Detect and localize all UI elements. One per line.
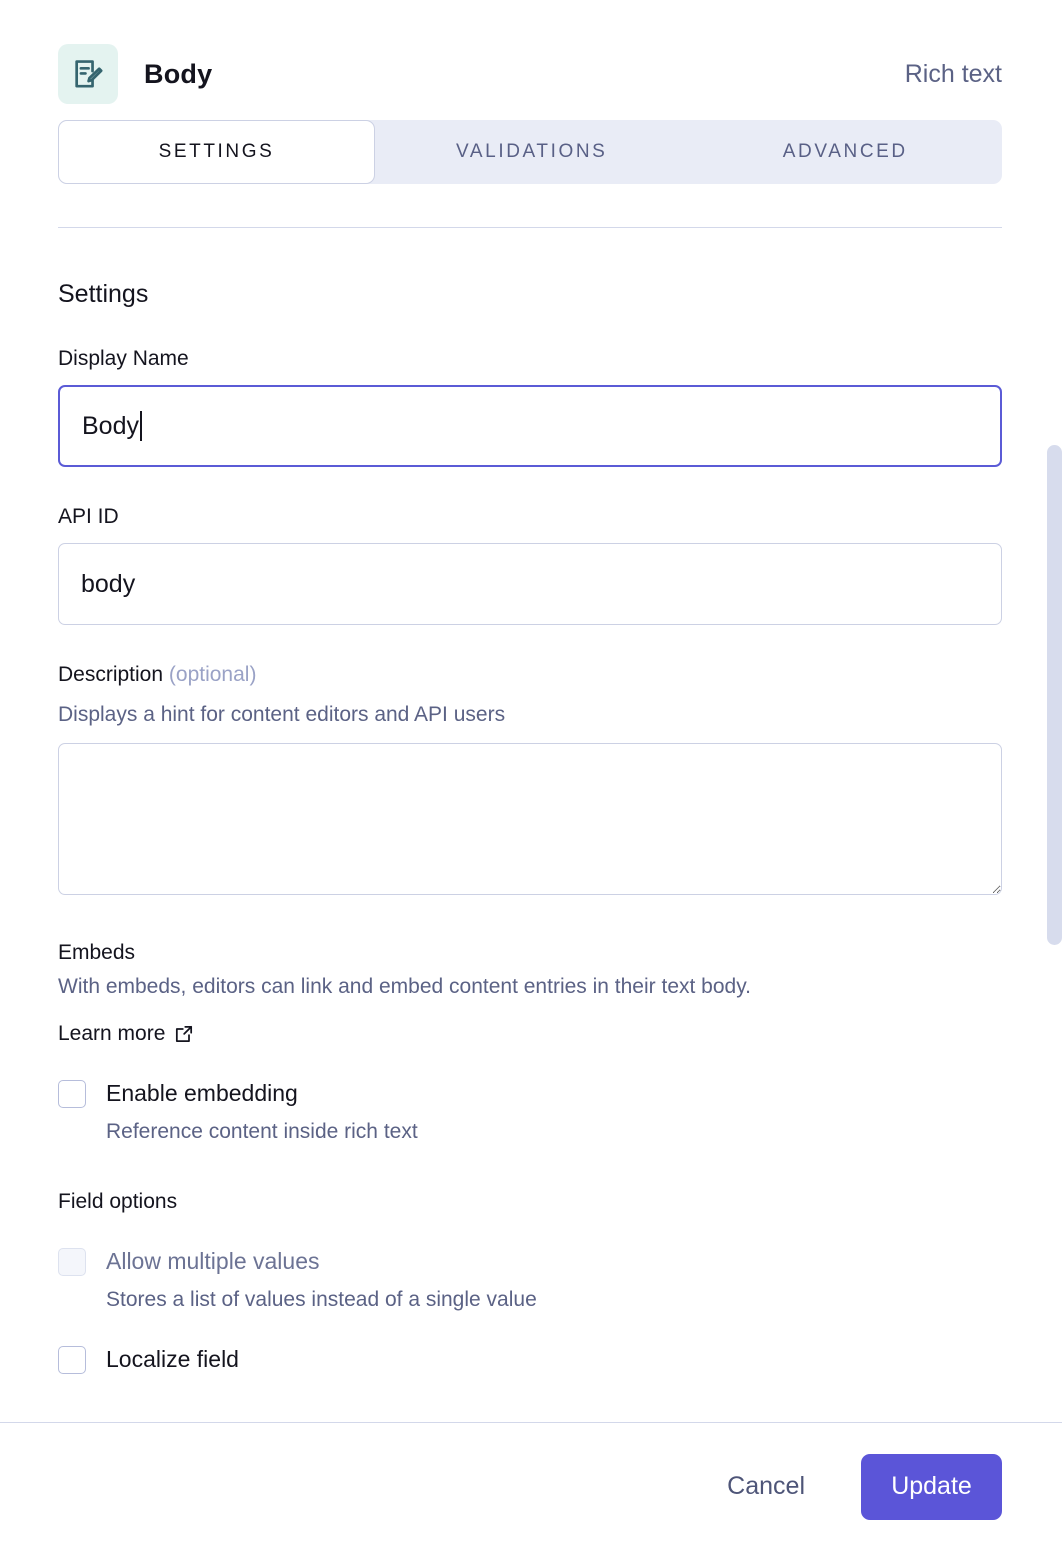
display-name-input[interactable]: Body [58,385,1002,467]
scrollbar-thumb[interactable] [1047,445,1062,945]
description-label: Description (optional) [58,663,1002,687]
field-type-label: Rich text [904,59,1002,88]
localize-field-label: Localize field [106,1346,239,1373]
learn-more-label: Learn more [58,1021,166,1045]
scrollbar-track[interactable] [1047,220,1062,1422]
external-link-icon [174,1024,194,1044]
description-field-block: Description (optional) Displays a hint f… [58,663,1002,896]
field-options-section: Field options Allow multiple values Stor… [58,1190,1002,1374]
api-id-value: body [81,569,136,598]
display-name-field-block: Display Name Body [58,347,1002,467]
localize-field-row[interactable]: Localize field [58,1345,1002,1374]
localize-field-checkbox[interactable] [58,1345,86,1374]
tab-bar-wrapper: SETTINGS VALIDATIONS ADVANCED [0,120,1062,228]
rich-text-document-edit-icon [58,44,118,104]
text-cursor [139,411,142,441]
embeds-helper-text: With embeds, editors can link and embed … [58,975,751,999]
api-id-input[interactable]: body [58,543,1002,625]
page-title: Body [144,58,213,89]
tab-bar: SETTINGS VALIDATIONS ADVANCED [58,120,1002,184]
learn-more-link[interactable]: Learn more [58,1022,194,1046]
field-options-title: Field options [58,1189,178,1213]
enable-embedding-sub: Reference content inside rich text [106,1119,418,1143]
display-name-value: Body [82,411,139,440]
update-button[interactable]: Update [861,1453,1002,1520]
api-id-label: API ID [58,505,119,528]
settings-panel: Settings Display Name Body API ID body D… [0,228,1062,1430]
embeds-section: Embeds With embeds, editors can link and… [58,941,1002,1143]
tab-settings[interactable]: SETTINGS [58,120,375,184]
modal-footer: Cancel Update [0,1423,1062,1550]
tab-advanced[interactable]: ADVANCED [689,120,1003,184]
description-label-text: Description [58,663,164,686]
api-id-field-block: API ID body [58,505,1002,625]
enable-embedding-label: Enable embedding [106,1080,298,1107]
description-optional-tag: (optional) [168,663,257,686]
description-textarea[interactable] [58,743,1002,896]
embeds-title: Embeds [58,941,136,965]
allow-multiple-values-row: Allow multiple values [58,1247,1002,1276]
description-helper-text: Displays a hint for content editors and … [58,703,506,726]
enable-embedding-checkbox[interactable] [58,1079,86,1108]
display-name-label: Display Name [58,347,189,370]
allow-multiple-values-sub: Stores a list of values instead of a sin… [106,1287,537,1311]
allow-multiple-values-label: Allow multiple values [106,1248,320,1275]
allow-multiple-values-checkbox [58,1247,86,1276]
settings-section-title: Settings [58,280,149,308]
modal-header: Body Rich text [0,0,1062,120]
enable-embedding-row[interactable]: Enable embedding [58,1079,1002,1108]
tab-validations[interactable]: VALIDATIONS [375,120,689,184]
cancel-button[interactable]: Cancel [723,1464,809,1509]
